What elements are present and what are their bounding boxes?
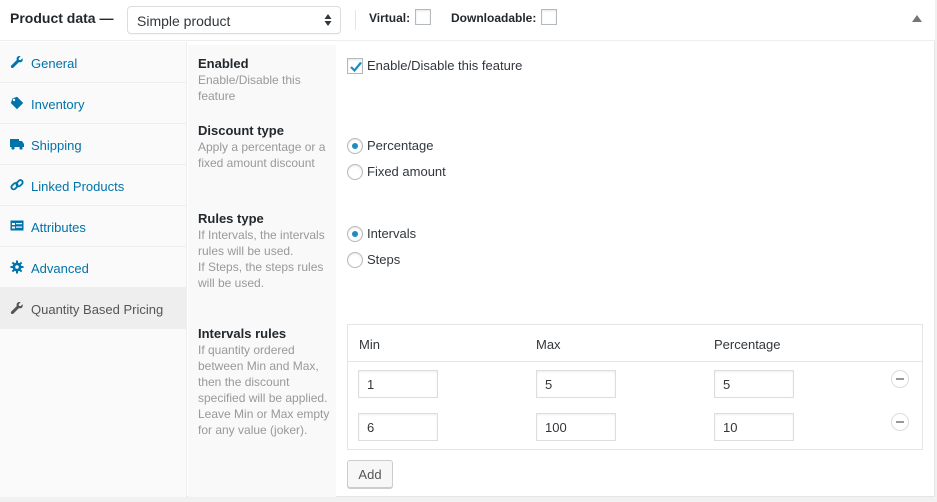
field-description: If Steps, the steps rules will be used. bbox=[198, 260, 324, 290]
field-title: Rules type bbox=[198, 211, 264, 226]
field-title: Intervals rules bbox=[198, 326, 287, 341]
tab-label: Inventory bbox=[31, 97, 85, 112]
tab-inventory[interactable]: Inventory bbox=[0, 83, 186, 124]
field-description: Apply a percentage or a fixed amount dis… bbox=[198, 140, 326, 170]
virtual-label: Virtual: bbox=[369, 11, 411, 25]
rule-1-min-input[interactable] bbox=[358, 370, 438, 398]
product-data-panel: Product data — Simple product Virtual: D… bbox=[0, 0, 935, 497]
downloadable-checkbox[interactable] bbox=[541, 9, 557, 25]
tab-quantity-based-pricing[interactable]: Quantity Based Pricing bbox=[0, 288, 186, 329]
remove-rule-1-button[interactable] bbox=[891, 370, 909, 388]
field-description: If Intervals, the intervals rules will b… bbox=[198, 228, 325, 258]
field-description: Enable/Disable this feature bbox=[198, 73, 301, 103]
discount-fixed-amount-radio[interactable] bbox=[347, 164, 363, 180]
rule-2-percentage-input[interactable] bbox=[714, 413, 794, 441]
tab-label: Advanced bbox=[31, 261, 89, 276]
select-arrows-icon bbox=[324, 14, 332, 26]
tab-general[interactable]: General bbox=[0, 42, 186, 83]
truck-icon bbox=[10, 139, 24, 150]
wrench-icon bbox=[10, 302, 23, 315]
intervals-rules-table: Min Max Percentage bbox=[347, 324, 923, 450]
product-type-value: Simple product bbox=[137, 13, 231, 29]
rule-1-max-input[interactable] bbox=[536, 370, 616, 398]
header-separator bbox=[355, 10, 356, 30]
tab-label: General bbox=[31, 56, 78, 71]
tag-icon bbox=[10, 96, 24, 110]
panel-title: Product data — bbox=[10, 10, 114, 26]
rule-2-max-input[interactable] bbox=[536, 413, 616, 441]
rule-2-min-input[interactable] bbox=[358, 413, 438, 441]
column-header-percentage: Percentage bbox=[714, 337, 781, 352]
rules-steps-radio[interactable] bbox=[347, 252, 363, 268]
add-rule-button[interactable]: Add bbox=[347, 460, 393, 488]
discount-type-field-label: Discount type Apply a percentage or a fi… bbox=[198, 123, 333, 171]
rules-type-field-label: Rules type If Intervals, the intervals r… bbox=[198, 211, 333, 291]
enabled-field-label: Enabled Enable/Disable this feature bbox=[198, 56, 333, 104]
rules-intervals-radio[interactable] bbox=[347, 226, 363, 242]
tab-attributes[interactable]: Attributes bbox=[0, 206, 186, 247]
column-header-min: Min bbox=[359, 337, 380, 352]
link-icon bbox=[10, 179, 24, 191]
tab-advanced[interactable]: Advanced bbox=[0, 247, 186, 288]
tab-label: Shipping bbox=[31, 138, 82, 153]
tab-linked-products[interactable]: Linked Products bbox=[0, 165, 186, 206]
tab-label: Quantity Based Pricing bbox=[31, 302, 164, 317]
field-description: Leave Min or Max empty for any value (jo… bbox=[198, 407, 330, 437]
discount-percentage-radio[interactable] bbox=[347, 138, 363, 154]
intervals-rules-field-label: Intervals rules If quantity ordered betw… bbox=[198, 326, 333, 438]
discount-percentage-label: Percentage bbox=[367, 138, 434, 153]
virtual-checkbox[interactable] bbox=[415, 9, 431, 25]
rules-intervals-label: Intervals bbox=[367, 226, 417, 241]
rule-1-percentage-input[interactable] bbox=[714, 370, 794, 398]
product-type-select[interactable]: Simple product bbox=[127, 6, 341, 34]
column-header-max: Max bbox=[536, 337, 561, 352]
product-data-header: Product data — Simple product Virtual: D… bbox=[0, 0, 935, 41]
downloadable-label: Downloadable: bbox=[451, 11, 537, 25]
field-labels-column: Enabled Enable/Disable this feature Disc… bbox=[188, 45, 336, 497]
collapse-toggle-icon[interactable] bbox=[912, 15, 922, 22]
product-data-tabs: General Inventory Shipping Linked Produc… bbox=[0, 42, 187, 497]
tab-label: Attributes bbox=[31, 220, 86, 235]
tab-shipping[interactable]: Shipping bbox=[0, 124, 186, 165]
tab-label: Linked Products bbox=[31, 179, 125, 194]
remove-rule-2-button[interactable] bbox=[891, 413, 909, 431]
field-title: Discount type bbox=[198, 123, 284, 138]
enabled-checkbox-label: Enable/Disable this feature bbox=[367, 58, 523, 73]
field-description: If quantity ordered between Min and Max,… bbox=[198, 343, 328, 405]
wrench-icon bbox=[10, 56, 23, 69]
rules-steps-label: Steps bbox=[367, 252, 401, 267]
list-card-icon bbox=[10, 220, 24, 231]
gear-icon bbox=[10, 260, 24, 274]
field-title: Enabled bbox=[198, 56, 249, 71]
table-header-divider bbox=[348, 361, 922, 362]
discount-fixed-amount-label: Fixed amount bbox=[367, 164, 446, 179]
enabled-checkbox[interactable] bbox=[347, 58, 363, 74]
checkmark-icon bbox=[350, 61, 362, 73]
